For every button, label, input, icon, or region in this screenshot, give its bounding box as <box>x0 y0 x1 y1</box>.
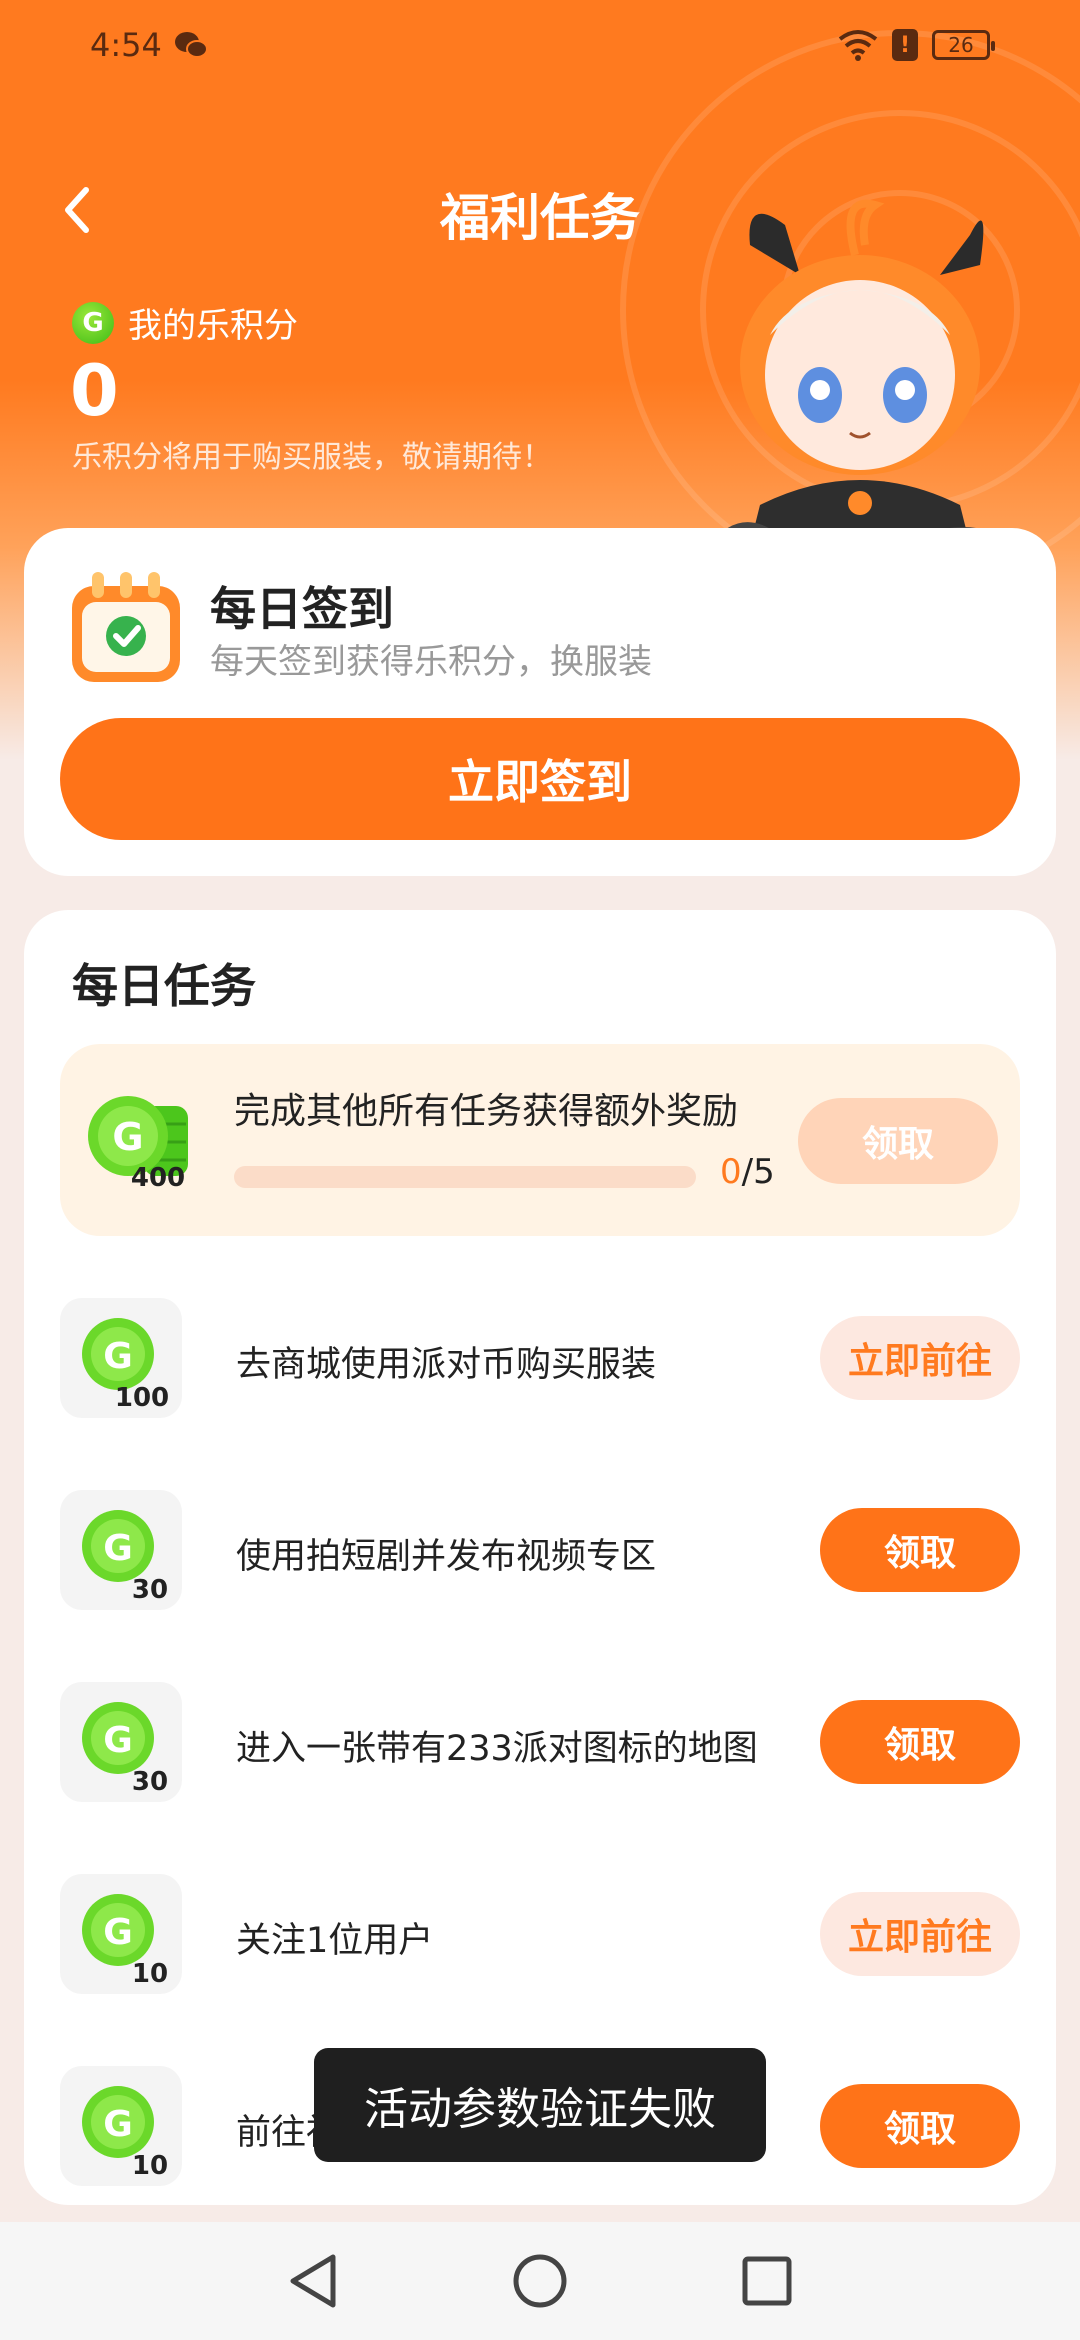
system-nav-bar <box>0 2222 1080 2340</box>
wifi-icon <box>838 30 878 61</box>
task-reward: 30 <box>132 1767 168 1797</box>
coin-icon: G 100 <box>82 1318 169 1413</box>
points-value: 0 <box>70 350 119 432</box>
task-reward-tile: G 30 <box>60 1682 182 1802</box>
coin-icon: G 30 <box>82 1510 168 1605</box>
status-time: 4:54 <box>90 26 162 64</box>
points-label-row: G 我的乐积分 <box>72 298 298 347</box>
coin-icon: G 30 <box>82 1702 168 1797</box>
bonus-task-text: 完成其他所有任务获得额外奖励 <box>234 1091 739 1132</box>
points-label: 我的乐积分 <box>128 306 298 346</box>
daily-tasks-card: 每日任务 G 400 完成其他所有任务获得额外奖励 0/5 领取 G 100 去… <box>24 910 1056 2205</box>
bonus-reward: 400 <box>131 1163 185 1190</box>
task-row: G 30 进入一张带有233派对图标的地图 领取 <box>60 1680 1020 1804</box>
svg-text:G: G <box>103 2104 133 2145</box>
coin-stack-icon: G 400 <box>88 1096 188 1190</box>
bonus-progress-total: /5 <box>741 1152 775 1192</box>
claim-button[interactable]: 领取 <box>820 1508 1020 1592</box>
claim-button[interactable]: 领取 <box>820 1700 1020 1784</box>
battery-level: 26 <box>948 33 974 57</box>
task-row: G 10 关注1位用户 立即前往 <box>60 1872 1020 1996</box>
claim-button[interactable]: 领取 <box>820 2084 1020 2168</box>
svg-text:G: G <box>103 1528 133 1569</box>
bonus-progress-current: 0 <box>720 1152 742 1192</box>
wechat-icon <box>174 32 208 58</box>
svg-text:G: G <box>112 1115 143 1159</box>
sign-in-card: 每日签到 每天签到获得乐积分，换服装 立即签到 <box>24 528 1056 876</box>
nav-back-button[interactable] <box>278 2246 348 2316</box>
coin-icon: G 10 <box>82 1894 168 1989</box>
sign-in-button[interactable]: 立即签到 <box>60 718 1020 840</box>
task-reward: 10 <box>132 1959 168 1989</box>
toast-message: 活动参数验证失败 <box>314 2048 766 2162</box>
nav-home-button[interactable] <box>505 2246 575 2316</box>
nav-recents-button[interactable] <box>732 2246 802 2316</box>
task-reward: 30 <box>132 1575 168 1605</box>
go-now-button[interactable]: 立即前往 <box>820 1892 1020 1976</box>
task-reward: 100 <box>115 1383 169 1413</box>
battery-icon: 26 <box>932 30 995 60</box>
bonus-claim-button[interactable]: 领取 <box>798 1098 998 1184</box>
circle-home-icon <box>513 2254 567 2308</box>
task-reward-tile: G 10 <box>60 2066 182 2186</box>
triangle-back-icon <box>290 2254 336 2308</box>
task-reward-tile: G 10 <box>60 1874 182 1994</box>
svg-text:G: G <box>103 1720 133 1761</box>
svg-text:G: G <box>103 1912 133 1953</box>
coin-icon: G <box>72 301 114 344</box>
task-reward-tile: G 30 <box>60 1490 182 1610</box>
coin-icon: G 10 <box>82 2086 168 2181</box>
task-label: 使用拍短剧并发布视频专区 <box>236 1537 657 1577</box>
task-row: G 100 去商城使用派对币购买服装 立即前往 <box>60 1296 1020 1420</box>
alert-icon: ! <box>892 29 918 61</box>
calendar-check-icon <box>72 572 180 682</box>
task-reward-tile: G 100 <box>60 1298 182 1418</box>
bonus-progress-count: 0/5 <box>720 1152 775 1192</box>
sign-in-subtitle: 每天签到获得乐积分，换服装 <box>210 642 652 682</box>
task-label: 去商城使用派对币购买服装 <box>236 1345 657 1385</box>
task-reward: 10 <box>132 2151 168 2181</box>
bonus-progress-bar <box>234 1166 696 1188</box>
go-now-button[interactable]: 立即前往 <box>820 1316 1020 1400</box>
svg-text:G: G <box>103 1336 133 1377</box>
mascot-illustration <box>710 199 1010 585</box>
bonus-task: G 400 完成其他所有任务获得额外奖励 0/5 领取 <box>60 1044 1020 1236</box>
sign-in-title: 每日签到 <box>210 582 394 636</box>
task-label: 关注1位用户 <box>236 1921 434 1961</box>
task-row: G 30 使用拍短剧并发布视频专区 领取 <box>60 1488 1020 1612</box>
daily-tasks-heading: 每日任务 <box>72 959 256 1013</box>
task-label: 进入一张带有233派对图标的地图 <box>236 1729 758 1769</box>
status-bar: 4:54 ! 26 <box>0 0 1080 90</box>
points-note: 乐积分将用于购买服装，敬请期待！ <box>72 440 552 475</box>
square-recents-icon <box>742 2256 792 2306</box>
